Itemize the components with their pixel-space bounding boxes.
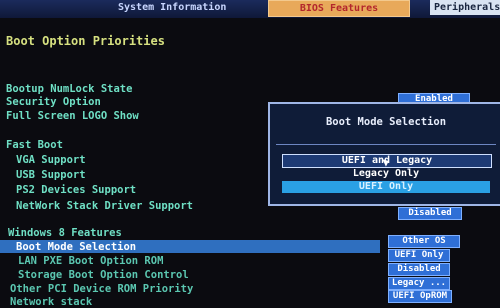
tab-bios-features[interactable]: BIOS Features	[268, 0, 410, 17]
option-uefi-only[interactable]: UEFI Only	[282, 181, 490, 193]
value-storage-boot-option-control[interactable]: Disabled	[388, 263, 450, 276]
section-title: Boot Option Priorities	[6, 34, 165, 48]
dialog-divider	[276, 144, 496, 145]
setting-other-pci-device-rom-priority[interactable]: Other PCI Device ROM Priority	[10, 283, 193, 295]
setting-vga-support[interactable]: VGA Support	[16, 154, 86, 166]
setting-network-stack[interactable]: Network stack	[10, 296, 92, 308]
setting-boot-mode-selection[interactable]: Boot Mode Selection	[16, 241, 136, 253]
value-boot-mode-selection[interactable]: Other OS	[388, 235, 460, 248]
value-network-stack-driver-support[interactable]: Disabled	[398, 207, 462, 220]
dialog-title: Boot Mode Selection	[325, 116, 447, 128]
tab-system-information[interactable]: System Information	[118, 0, 252, 15]
value-network-stack[interactable]: UEFI OpROM	[388, 290, 452, 303]
option-legacy-only[interactable]: Legacy Only	[282, 168, 490, 180]
setting-storage-boot-option-control[interactable]: Storage Boot Option Control	[18, 269, 189, 281]
setting-bootup-numlock-state[interactable]: Bootup NumLock State	[6, 83, 132, 95]
setting-security-option[interactable]: Security Option	[6, 96, 101, 108]
value-other-pci-device-rom-priority[interactable]: Legacy ...	[388, 277, 450, 290]
setting-fast-boot[interactable]: Fast Boot	[6, 139, 63, 151]
setting-network-stack-driver-support[interactable]: NetWork Stack Driver Support	[16, 200, 193, 212]
setting-full-screen-logo-show[interactable]: Full Screen LOGO Show	[6, 110, 139, 122]
setting-lan-pxe-boot-option-rom[interactable]: LAN PXE Boot Option ROM	[18, 255, 163, 267]
boot-mode-selection-dialog: Boot Mode Selection UEFI and Legacy Lega…	[268, 102, 500, 206]
setting-windows-8-features[interactable]: Windows 8 Features	[8, 227, 122, 239]
tab-peripherals[interactable]: Peripherals	[430, 0, 500, 15]
value-lan-pxe-boot-option-rom[interactable]: UEFI Only	[388, 249, 450, 262]
setting-ps2-devices-support[interactable]: PS2 Devices Support	[16, 184, 136, 196]
setting-usb-support[interactable]: USB Support	[16, 169, 86, 181]
